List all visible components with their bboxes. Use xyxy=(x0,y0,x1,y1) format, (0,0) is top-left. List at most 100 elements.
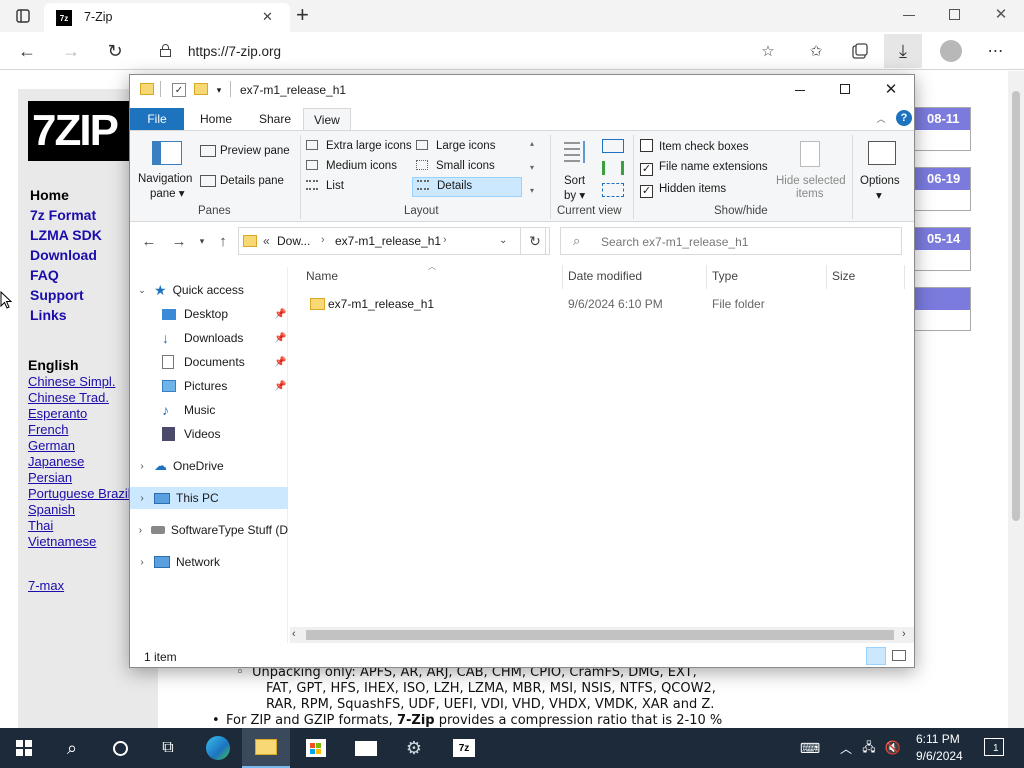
browser-tab-7zip[interactable]: 7z 7-Zip ✕ xyxy=(44,3,290,32)
tab-view[interactable]: View xyxy=(303,108,351,131)
add-favorite-icon[interactable]: ☆ xyxy=(758,41,778,61)
item-check-boxes-toggle[interactable]: Item check boxes xyxy=(640,139,748,153)
keyboard-icon[interactable]: ⌨ xyxy=(786,728,834,768)
tab-home[interactable]: Home xyxy=(190,108,242,130)
settings-app-taskbar-icon[interactable]: ⚙ xyxy=(390,728,438,768)
scroll-right-icon[interactable]: › xyxy=(902,628,906,640)
more-menu-icon[interactable]: ⋯ xyxy=(986,41,1006,61)
mail-taskbar-icon[interactable] xyxy=(342,728,390,768)
group-by-icon[interactable] xyxy=(602,139,624,153)
nav-links[interactable]: Links xyxy=(30,305,102,325)
hide-selected-items-button[interactable]: Hide selected items xyxy=(774,135,846,201)
column-divider[interactable] xyxy=(826,265,827,289)
tree-software-drive[interactable]: › SoftwareType Stuff (D xyxy=(130,519,288,541)
network-tray-icon[interactable]: 🖧 xyxy=(860,740,878,756)
new-tab-button[interactable]: + xyxy=(296,2,309,28)
tree-documents[interactable]: Documents 📌 xyxy=(130,351,288,373)
collections-icon[interactable] xyxy=(850,41,870,61)
tree-desktop[interactable]: Desktop 📌 xyxy=(130,303,288,325)
url-field[interactable]: https://7-zip.org ☆ xyxy=(146,37,786,65)
breadcrumb-overflow[interactable]: « xyxy=(263,234,270,248)
tab-actions-icon[interactable] xyxy=(12,7,34,25)
navigation-pane-button[interactable]: Navigation pane ▾ xyxy=(136,133,194,203)
column-divider[interactable] xyxy=(904,265,905,289)
layout-extra-large-icons[interactable]: Extra large icons xyxy=(306,140,412,152)
tree-downloads[interactable]: ↓ Downloads 📌 xyxy=(130,327,288,349)
breadcrumb-downloads[interactable]: Dow... xyxy=(277,234,310,248)
explorer-back-icon[interactable]: ← xyxy=(140,232,158,250)
tab-close-icon[interactable]: ✕ xyxy=(262,9,273,25)
layout-gallery-scroll[interactable]: ▴ ▾ ▾ xyxy=(526,139,538,195)
column-type[interactable]: Type xyxy=(712,269,738,283)
back-arrow-icon[interactable]: ← xyxy=(16,41,38,61)
search-taskbar-icon[interactable]: ⌕ xyxy=(48,728,96,768)
scroll-left-icon[interactable]: ‹ xyxy=(292,628,296,640)
nav-support[interactable]: Support xyxy=(30,285,102,305)
7zip-taskbar-icon[interactable]: 7z xyxy=(440,728,488,768)
downloads-icon[interactable]: ⤓ xyxy=(884,34,922,68)
nav-faq[interactable]: FAQ xyxy=(30,265,102,285)
nav-home[interactable]: Home xyxy=(30,185,102,205)
start-button[interactable] xyxy=(0,728,48,768)
explorer-search-box[interactable]: ⌕ Search ex7-m1_release_h1 xyxy=(560,227,902,255)
horizontal-scrollbar[interactable]: ‹ › xyxy=(290,627,914,643)
sort-by-button[interactable]: Sort by ▾ xyxy=(558,135,598,202)
layout-large-icons[interactable]: Large icons xyxy=(416,140,495,152)
cortana-icon[interactable] xyxy=(96,728,144,768)
up-arrow-icon[interactable]: ↑ xyxy=(214,232,232,250)
close-window-icon[interactable]: ✕ xyxy=(884,81,898,98)
column-divider[interactable] xyxy=(706,265,707,289)
column-divider[interactable] xyxy=(562,265,563,289)
refresh-icon[interactable]: ↻ xyxy=(104,40,126,62)
address-bar[interactable]: « Dow... › ex7-m1_release_h1 › ⌄ xyxy=(238,227,546,255)
large-icons-view-icon[interactable] xyxy=(892,650,906,661)
file-explorer-taskbar-icon[interactable] xyxy=(242,728,290,768)
show-hidden-icons[interactable]: ︿ xyxy=(838,740,854,756)
minimize-window-icon[interactable] xyxy=(795,90,805,91)
nav-download[interactable]: Download xyxy=(30,245,102,265)
table-row[interactable]: ex7-m1_release_h1 9/6/2024 6:10 PM File … xyxy=(300,293,900,315)
edge-taskbar-icon[interactable] xyxy=(194,728,242,768)
tree-network[interactable]: › Network xyxy=(130,551,288,573)
tree-this-pc[interactable]: › This PC xyxy=(130,487,288,509)
tab-share[interactable]: Share xyxy=(249,108,301,130)
minimize-browser-icon[interactable] xyxy=(903,15,915,16)
page-scrollbar[interactable] xyxy=(1008,71,1024,728)
options-button[interactable]: Options ▾ xyxy=(856,135,908,202)
address-history-icon[interactable]: ⌄ xyxy=(499,235,507,246)
column-date-modified[interactable]: Date modified xyxy=(568,269,642,283)
notification-center-icon[interactable]: 1 xyxy=(984,738,1004,756)
restore-browser-icon[interactable] xyxy=(949,9,960,20)
collapse-ribbon-icon[interactable]: ︿ xyxy=(874,111,888,125)
details-pane-button[interactable]: Details pane xyxy=(220,175,284,187)
nav-lzma-sdk[interactable]: LZMA SDK xyxy=(30,225,102,245)
layout-medium-icons[interactable]: Medium icons xyxy=(306,160,397,172)
close-browser-icon[interactable]: ✕ xyxy=(993,6,1009,23)
favorites-icon[interactable]: ✩ xyxy=(806,41,826,61)
tree-quick-access[interactable]: ⌄ ★ Quick access xyxy=(130,279,288,301)
tree-videos[interactable]: Videos xyxy=(130,423,288,445)
forward-arrow-icon[interactable]: → xyxy=(60,41,82,61)
help-icon[interactable]: ? xyxy=(896,110,912,126)
file-name-extensions-toggle[interactable]: ✓ File name extensions xyxy=(640,161,768,176)
add-columns-icon[interactable] xyxy=(602,161,624,175)
tab-file[interactable]: File xyxy=(130,108,184,130)
breadcrumb-current[interactable]: ex7-m1_release_h1 xyxy=(335,234,441,248)
column-size[interactable]: Size xyxy=(832,269,855,283)
details-view-icon[interactable] xyxy=(866,647,886,665)
layout-list[interactable]: List xyxy=(306,180,344,192)
page-scrollbar-thumb[interactable] xyxy=(1012,91,1020,521)
clock-date[interactable]: 9/6/2024 xyxy=(916,749,963,763)
clock-time[interactable]: 6:11 PM xyxy=(916,732,960,746)
tree-onedrive[interactable]: › ☁ OneDrive xyxy=(130,455,288,477)
size-columns-icon[interactable] xyxy=(602,183,624,197)
hidden-items-toggle[interactable]: ✓ Hidden items xyxy=(640,183,726,198)
explorer-refresh-icon[interactable]: ↻ xyxy=(520,227,550,255)
tree-pictures[interactable]: Pictures 📌 xyxy=(130,375,288,397)
horizontal-scrollbar-thumb[interactable] xyxy=(306,630,894,640)
preview-pane-button[interactable]: Preview pane xyxy=(220,145,290,157)
nav-7z-format[interactable]: 7z Format xyxy=(30,205,102,225)
task-view-icon[interactable]: ⧉ xyxy=(144,728,192,768)
maximize-window-icon[interactable] xyxy=(840,84,850,94)
explorer-forward-icon[interactable]: → xyxy=(170,232,188,250)
